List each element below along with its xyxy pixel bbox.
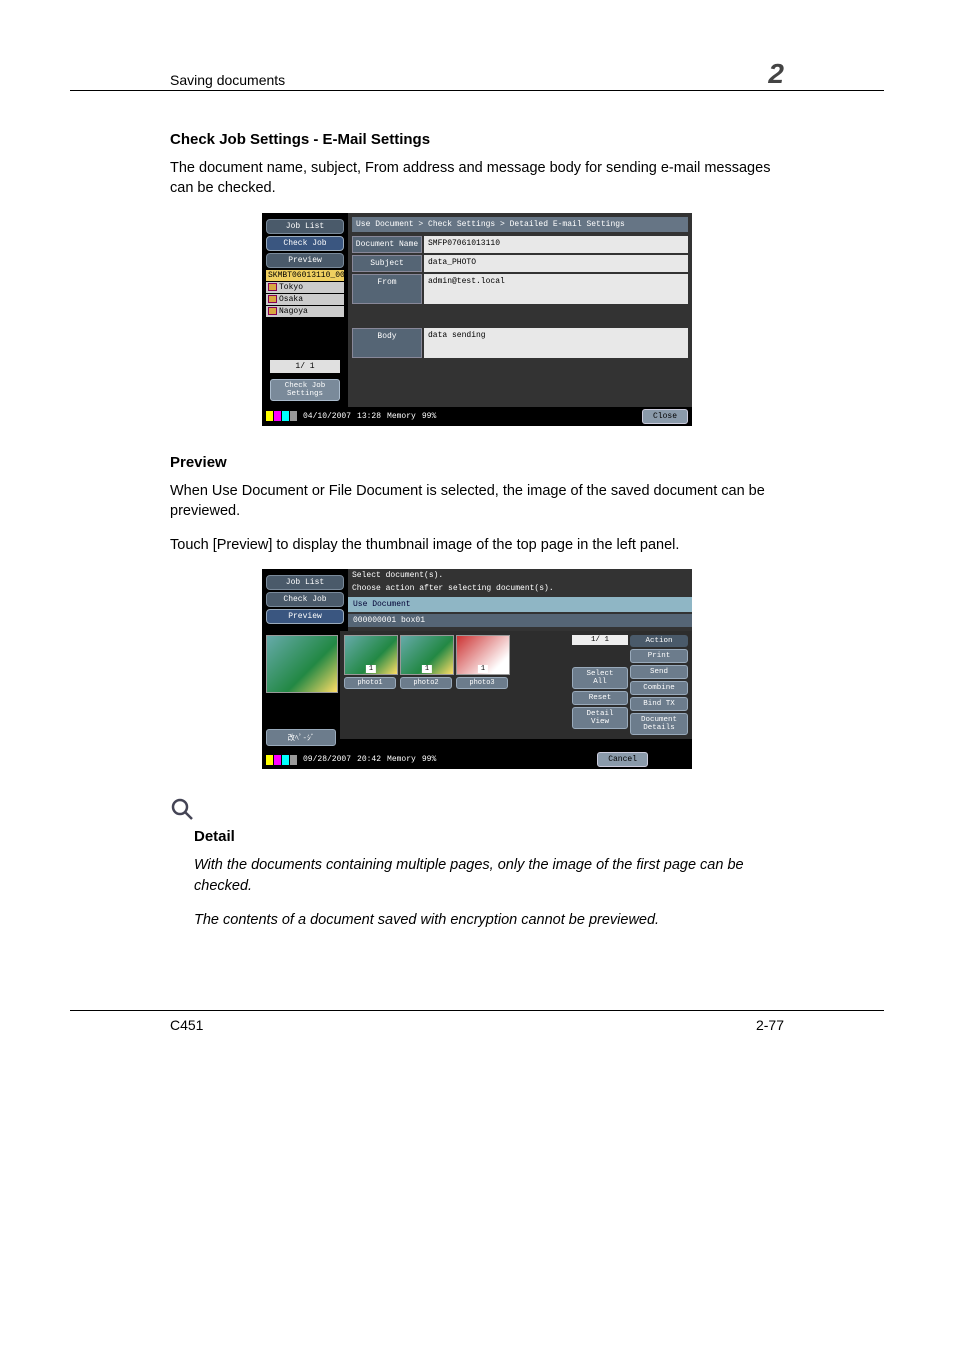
- screenshot-email-settings: Job List Check Job Preview SKMBT06013110…: [262, 213, 692, 426]
- tab-job-list[interactable]: Job List: [266, 219, 344, 234]
- close-button[interactable]: Close: [642, 409, 688, 424]
- footer-date: 09/28/2007: [303, 755, 351, 764]
- footer-time: 13:28: [357, 412, 381, 421]
- footer-model: C451: [170, 1017, 203, 1033]
- folder-icon: [268, 307, 277, 315]
- para-preview-2: Touch [Preview] to display the thumbnail…: [170, 535, 784, 555]
- toner-levels: [266, 411, 297, 421]
- detail-view-button[interactable]: Detail View: [572, 707, 628, 729]
- value-subject: data_PHOTO: [424, 255, 688, 272]
- tab-preview[interactable]: Preview: [266, 253, 344, 268]
- folder-icon: [268, 283, 277, 291]
- label-body: Body: [352, 328, 422, 358]
- detail-note-2: The contents of a document saved with en…: [194, 910, 784, 930]
- bind-tx-button[interactable]: Bind TX: [630, 697, 688, 711]
- thumb-label: photo1: [344, 677, 396, 689]
- tab-preview[interactable]: Preview: [266, 609, 344, 624]
- value-docname: SMFP07061013110: [424, 236, 688, 253]
- doc-thumb[interactable]: 1 photo3: [456, 635, 508, 689]
- footer-time: 20:42: [357, 755, 381, 764]
- chapter-number: 2: [768, 60, 784, 88]
- value-from: admin@test.local: [424, 274, 688, 304]
- footer-mem-label: Memory: [387, 755, 416, 764]
- thumb-label: photo3: [456, 677, 508, 689]
- preview-thumbnail: [266, 635, 338, 693]
- para-preview-1: When Use Document or File Document is se…: [170, 481, 784, 522]
- thumb-pager: 1/ 1: [572, 635, 628, 645]
- tab-check-job[interactable]: Check Job: [266, 236, 344, 251]
- footer-page: 2-77: [756, 1017, 784, 1033]
- footer-mem-value: 99%: [422, 755, 436, 764]
- detail-note-1: With the documents containing multiple p…: [194, 855, 784, 896]
- running-head: Saving documents: [170, 72, 285, 88]
- toner-levels: [266, 755, 297, 765]
- combine-button[interactable]: Combine: [630, 681, 688, 695]
- thumb-label: photo2: [400, 677, 452, 689]
- dest-item-selected[interactable]: SKMBT06013110_0001: [266, 270, 344, 281]
- doc-thumb[interactable]: 1 photo1: [344, 635, 396, 689]
- footer-mem-value: 99%: [422, 412, 436, 421]
- section-title-email: Check Job Settings - E-Mail Settings: [170, 131, 784, 148]
- tab-check-job[interactable]: Check Job: [266, 592, 344, 607]
- cancel-button[interactable]: Cancel: [597, 752, 648, 767]
- dest-item[interactable]: Osaka: [266, 294, 344, 305]
- label-subject: Subject: [352, 255, 422, 272]
- breadcrumb: Use Document > Check Settings > Detailed…: [352, 217, 688, 232]
- footer-mem-label: Memory: [387, 412, 416, 421]
- value-body: data sending: [424, 328, 688, 358]
- check-job-settings-button[interactable]: Check Job Settings: [270, 379, 340, 401]
- footer-date: 04/10/2007: [303, 412, 351, 421]
- doc-thumb[interactable]: 1 photo2: [400, 635, 452, 689]
- tab-job-list[interactable]: Job List: [266, 575, 344, 590]
- screenshot-preview: Job List Check Job Preview Select docume…: [262, 569, 692, 769]
- select-all-button[interactable]: Select All: [572, 667, 628, 689]
- send-button[interactable]: Send: [630, 665, 688, 679]
- mode-banner: Use Document: [348, 597, 692, 612]
- detail-heading: Detail: [194, 828, 784, 845]
- reset-button[interactable]: Reset: [572, 691, 628, 705]
- instruction-line-1: Select document(s).: [348, 569, 692, 582]
- pager: 1/ 1: [270, 360, 340, 373]
- instruction-line-2: Choose action after selecting document(s…: [348, 582, 692, 595]
- page-change-button[interactable]: 改ﾍﾟ-ｼﾞ: [266, 729, 336, 746]
- doc-details-button[interactable]: Document Details: [630, 713, 688, 735]
- label-from: From: [352, 274, 422, 304]
- section-title-preview: Preview: [170, 454, 784, 471]
- action-header: Action: [630, 635, 688, 647]
- magnifier-icon: [170, 797, 784, 826]
- dest-item[interactable]: Nagoya: [266, 306, 344, 317]
- para-email: The document name, subject, From address…: [170, 158, 784, 199]
- box-label: 000000001 box01: [348, 614, 692, 627]
- print-button[interactable]: Print: [630, 649, 688, 663]
- dest-item[interactable]: Tokyo: [266, 282, 344, 293]
- label-docname: Document Name: [352, 236, 422, 253]
- folder-icon: [268, 295, 277, 303]
